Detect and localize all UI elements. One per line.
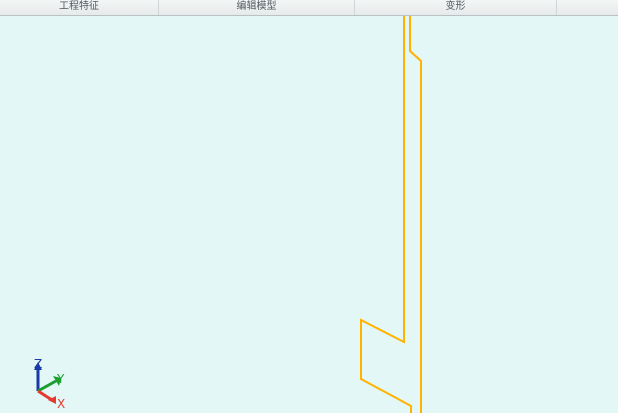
profile-edge-inner	[409, 16, 422, 413]
ribbon-group-label: 变形	[445, 1, 466, 12]
coordinate-triad: Z Y X	[34, 357, 65, 411]
x-axis-line	[37, 389, 53, 402]
sheetmetal-profile[interactable]	[360, 16, 422, 413]
ribbon-group-bar: 工程特征 编辑模型 变形	[0, 0, 618, 16]
y-axis-label: Y	[56, 372, 65, 386]
ribbon-group-deform[interactable]: 变形	[355, 0, 557, 15]
z-axis-label: Z	[34, 357, 42, 371]
ribbon-group-label: 工程特征	[59, 1, 99, 12]
x-axis-label: X	[57, 397, 65, 411]
model-canvas[interactable]: Z Y X	[0, 16, 618, 413]
ribbon-group-empty	[557, 0, 618, 15]
cad-window: 工程特征 编辑模型 变形 Z Y X	[0, 0, 618, 413]
ribbon-group-edit-model[interactable]: 编辑模型	[159, 0, 355, 15]
profile-edge-outer	[360, 16, 412, 413]
y-axis-line	[37, 379, 57, 393]
graphics-viewport[interactable]: Z Y X	[0, 16, 618, 413]
ribbon-group-engineering-features[interactable]: 工程特征	[0, 0, 159, 15]
ribbon-group-label: 编辑模型	[236, 1, 277, 12]
